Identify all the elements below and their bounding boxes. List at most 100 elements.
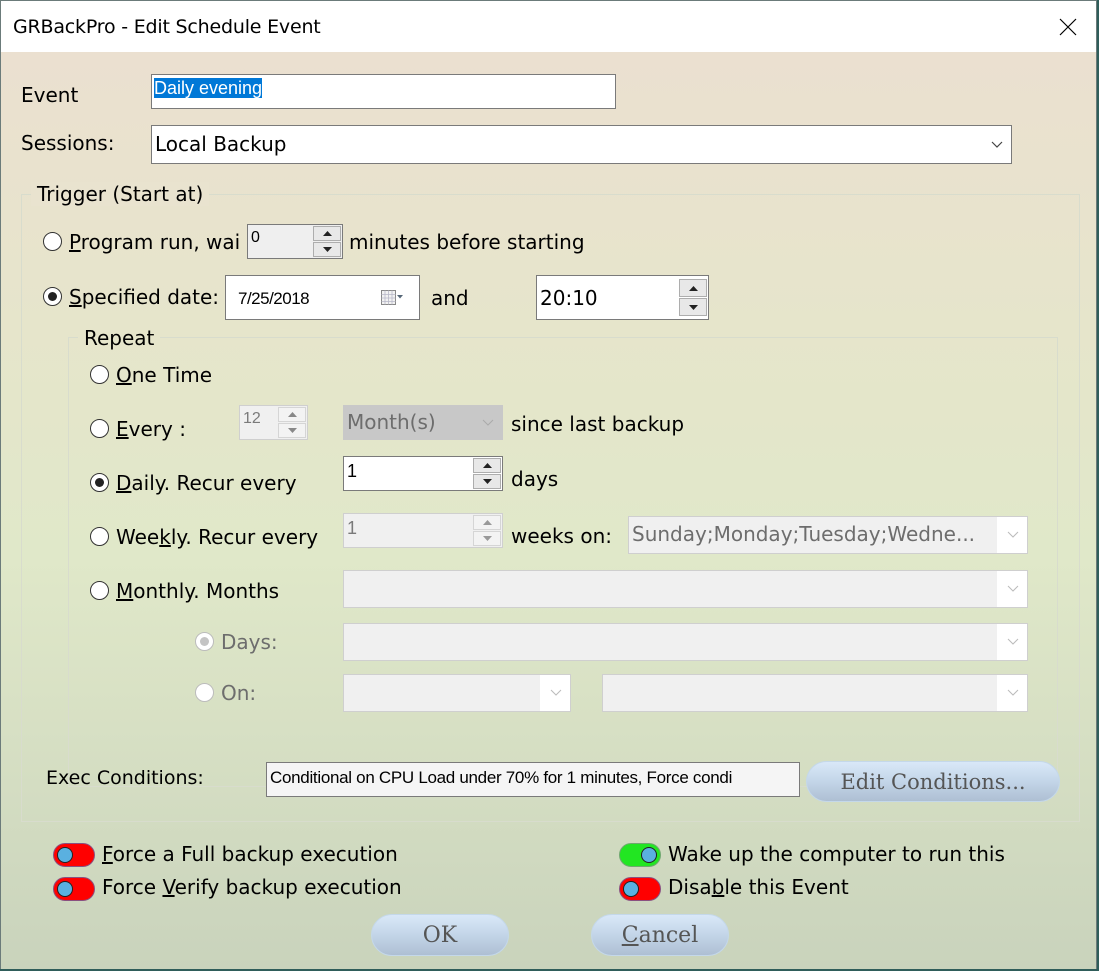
every-unit-dropdown[interactable]: Month(s) xyxy=(343,405,503,440)
daily-count-value: 1 xyxy=(347,461,358,481)
monthly-radio[interactable] xyxy=(90,581,109,600)
force-verify-label[interactable]: Force Verify backup execution xyxy=(102,875,402,899)
weekly-accel: k xyxy=(159,525,171,549)
every-label[interactable]: Every : xyxy=(116,417,186,441)
sessions-label: Sessions: xyxy=(21,131,115,155)
monthly-on-weekday-dropdown[interactable] xyxy=(602,674,1028,712)
every-count-spinner[interactable]: 12 xyxy=(239,405,308,440)
weekly-label[interactable]: Weekly. Recur every xyxy=(116,525,318,549)
force-verify-text: erify backup execution xyxy=(174,875,402,899)
toggle-knob xyxy=(57,847,73,863)
chevron-down-icon xyxy=(1007,531,1019,538)
weekly-count-value: 1 xyxy=(347,518,358,538)
weekly-suffix: weeks on: xyxy=(511,524,612,548)
every-text: very : xyxy=(128,417,186,441)
spin-down-button[interactable] xyxy=(278,423,306,438)
close-icon xyxy=(1059,18,1077,36)
disable-event-text-pre: Disa xyxy=(668,875,712,899)
close-button[interactable] xyxy=(1050,11,1086,43)
monthly-on-ordinal-dropdown[interactable] xyxy=(343,674,571,712)
monthly-days-label[interactable]: Days: xyxy=(221,630,278,654)
program-run-text: rogram run, wai xyxy=(80,230,241,254)
program-run-radio[interactable] xyxy=(43,232,62,251)
one-time-radio[interactable] xyxy=(90,365,109,384)
spin-down-button[interactable] xyxy=(473,474,501,489)
arrow-up-icon xyxy=(322,231,332,236)
edit-schedule-event-dialog: GRBackPro - Edit Schedule Event Event Da… xyxy=(0,0,1097,969)
disable-event-text: le this Event xyxy=(724,875,849,899)
disable-event-label[interactable]: Disable this Event xyxy=(668,875,849,899)
date-picker[interactable]: 7/25/2018 xyxy=(225,275,420,320)
weekly-count-spinner[interactable]: 1 xyxy=(343,513,503,548)
force-verify-toggle[interactable] xyxy=(53,877,95,901)
event-name-value: Daily evening xyxy=(154,78,263,98)
every-radio[interactable] xyxy=(90,419,109,438)
arrow-up-icon xyxy=(482,520,492,525)
repeat-group xyxy=(68,337,1058,787)
event-label: Event xyxy=(21,83,79,107)
time-spinner[interactable]: 20:10 xyxy=(536,275,709,320)
toggle-knob xyxy=(641,847,657,863)
time-down-button[interactable] xyxy=(679,298,707,316)
force-full-toggle[interactable] xyxy=(53,843,95,867)
program-run-minutes-spinner[interactable]: 0 xyxy=(247,224,343,259)
arrow-down-icon xyxy=(688,304,698,310)
arrow-down-icon xyxy=(482,536,492,541)
ok-button[interactable]: OK xyxy=(371,914,509,956)
disable-event-toggle[interactable] xyxy=(619,877,661,901)
spin-up-button[interactable] xyxy=(473,515,501,530)
arrow-down-icon xyxy=(322,247,332,252)
chevron-down-icon xyxy=(550,689,562,696)
weekly-radio[interactable] xyxy=(90,527,109,546)
wake-up-label[interactable]: Wake up the computer to run this xyxy=(668,842,1005,866)
repeat-group-title: Repeat xyxy=(78,326,161,350)
monthly-on-label[interactable]: On: xyxy=(221,681,256,705)
monthly-on-radio[interactable] xyxy=(195,683,214,702)
every-accel: E xyxy=(116,417,129,441)
daily-count-spinner[interactable]: 1 xyxy=(343,456,503,491)
toggle-knob xyxy=(623,881,639,897)
chevron-down-icon xyxy=(482,419,494,426)
monthly-text: onthly. Months xyxy=(133,579,280,603)
monthly-days-radio[interactable] xyxy=(195,632,214,651)
arrow-up-icon xyxy=(482,463,492,468)
spin-up-button[interactable] xyxy=(278,407,306,422)
edit-conditions-button[interactable]: Edit Conditions... xyxy=(806,761,1060,802)
spin-down-button[interactable] xyxy=(473,531,501,546)
event-name-input[interactable]: Daily evening xyxy=(151,74,616,109)
one-time-label[interactable]: One Time xyxy=(116,363,212,387)
spin-up-button[interactable] xyxy=(313,226,341,241)
weekly-text-pre: Wee xyxy=(116,525,160,549)
monthly-label[interactable]: Monthly. Months xyxy=(116,579,279,603)
program-run-suffix: minutes before starting xyxy=(349,230,585,254)
daily-label[interactable]: Daily. Recur every xyxy=(116,471,297,495)
weekly-days-dropdown[interactable]: Sunday;Monday;Tuesday;Wedne... xyxy=(628,516,1028,554)
time-up-button[interactable] xyxy=(679,279,707,297)
monthly-days-dropdown[interactable] xyxy=(343,623,1028,661)
program-run-label[interactable]: Program run, wai xyxy=(69,230,240,254)
wake-up-toggle[interactable] xyxy=(619,843,661,867)
calendar-icon[interactable] xyxy=(381,289,403,307)
daily-radio[interactable] xyxy=(90,473,109,492)
daily-suffix: days xyxy=(511,467,559,491)
chevron-down-icon xyxy=(1007,689,1019,696)
specified-date-label[interactable]: Specified date: xyxy=(69,285,219,309)
weekly-text: ly. Recur every xyxy=(170,525,319,549)
arrow-up-icon xyxy=(688,285,698,291)
chevron-down-icon xyxy=(1007,638,1019,645)
exec-conditions-field[interactable]: Conditional on CPU Load under 70% for 1 … xyxy=(266,762,800,797)
program-run-minutes-value: 0 xyxy=(251,229,260,246)
cancel-button[interactable]: Cancel xyxy=(591,914,729,956)
spin-up-button[interactable] xyxy=(473,458,501,473)
title-bar: GRBackPro - Edit Schedule Event xyxy=(1,1,1096,52)
one-time-accel: O xyxy=(116,363,132,387)
cancel-accel: C xyxy=(621,922,639,948)
trigger-group-title: Trigger (Start at) xyxy=(31,182,210,206)
force-full-label[interactable]: Force a Full backup execution xyxy=(102,842,398,866)
sessions-dropdown[interactable]: Local Backup xyxy=(151,125,1012,164)
chevron-down-icon xyxy=(1007,585,1019,592)
specified-date-radio[interactable] xyxy=(43,287,62,306)
spin-down-button[interactable] xyxy=(313,242,341,257)
monthly-months-dropdown[interactable] xyxy=(343,570,1028,608)
weekly-days-value: Sunday;Monday;Tuesday;Wedne... xyxy=(632,522,976,546)
